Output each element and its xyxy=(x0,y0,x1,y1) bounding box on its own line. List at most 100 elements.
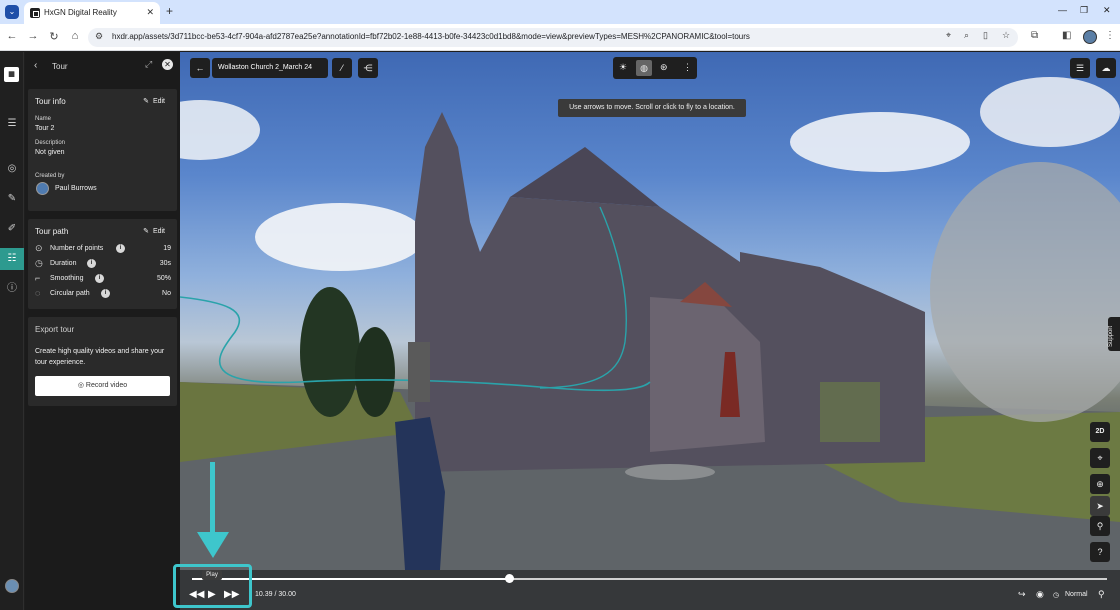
tab-search-icon[interactable]: ⌄ xyxy=(5,5,19,19)
share-button[interactable]: ⋲ xyxy=(358,58,378,78)
locate-icon[interactable]: ⌖ xyxy=(1090,448,1110,468)
user-avatar[interactable] xyxy=(5,579,19,593)
row-smoothing: ⌐ Smoothing i 50% xyxy=(35,273,171,287)
app-rail: ▦ ☰ ◎ ✎ ✐ ☷ ⓘ xyxy=(0,52,24,610)
bookmark-star-icon[interactable]: ☆ xyxy=(1002,30,1010,41)
row-value: 50% xyxy=(156,275,171,282)
profile-avatar[interactable] xyxy=(1083,30,1097,44)
magic-wand-button[interactable]: ⁄ xyxy=(332,58,352,78)
walk-mode-icon[interactable]: ⚲ xyxy=(1090,516,1110,536)
cloud-download-button[interactable]: ☁ xyxy=(1096,58,1116,78)
info-icon[interactable]: i xyxy=(101,289,110,298)
info-icon[interactable]: ⓘ xyxy=(0,278,24,300)
loop-icon[interactable]: ↪ xyxy=(1018,589,1026,600)
church-scene-image[interactable] xyxy=(180,52,1120,610)
info-icon[interactable]: i xyxy=(95,274,104,283)
browser-tab[interactable]: HxGN Digital Reality ✕ xyxy=(24,2,160,24)
asset-title: Wollaston Church 2_March 24 xyxy=(218,64,313,71)
smoothing-icon: ⌐ xyxy=(35,273,41,283)
unpin-icon[interactable]: ⤢ xyxy=(145,59,152,70)
export-tour-card: Export tour Create high quality videos a… xyxy=(28,317,177,406)
settings-sliders-button[interactable]: ☰ xyxy=(1070,58,1090,78)
rewind-icon[interactable]: ◀◀ xyxy=(189,589,204,600)
row-value: 19 xyxy=(163,245,171,252)
row-label: Circular path xyxy=(50,290,90,297)
address-bar[interactable]: ⚙ hxdr.app/assets/3d711bcc-be53-4cf7-904… xyxy=(88,28,1018,47)
3d-viewer[interactable]: ← Wollaston Church 2_March 24 ⁄ ⋲ ☀ ◍ ⊛ … xyxy=(180,52,1120,610)
panel-header: ‹ Tour ⤢ ✕ xyxy=(25,52,180,80)
creator-name: Paul Burrows xyxy=(55,185,97,192)
hxdr-logo-icon[interactable]: ▦ xyxy=(4,67,19,82)
tour-path-edit-button[interactable]: ✎ Edit xyxy=(143,227,165,235)
row-circular-path: ◌ Circular path i No xyxy=(35,288,171,302)
speed-icon[interactable]: ◷ xyxy=(1053,591,1059,599)
edit-label: Edit xyxy=(152,98,165,105)
panorama-mode-icon[interactable]: ⊛ xyxy=(660,62,668,73)
view-mode-toolbar: ☀ ◍ ⊛ ⋮ xyxy=(613,57,697,79)
annotate-icon[interactable]: ✐ xyxy=(0,218,24,240)
row-label: Duration xyxy=(50,260,77,267)
minimize-icon[interactable]: — xyxy=(1058,5,1067,15)
walk-icon[interactable]: ⚲ xyxy=(1098,589,1105,600)
play-icon[interactable]: ▶ xyxy=(208,589,216,600)
home-icon[interactable]: ⌂ xyxy=(68,30,82,42)
info-icon[interactable]: i xyxy=(116,244,125,253)
location-icon[interactable]: ⌖ xyxy=(946,30,951,41)
menu-icon[interactable]: ☰ xyxy=(0,113,24,135)
tour-info-card: Tour info ✎ Edit Name Tour 2 Description … xyxy=(28,89,177,211)
globe-icon[interactable]: ⊕ xyxy=(1090,474,1110,494)
close-panel-icon[interactable]: ✕ xyxy=(162,59,173,70)
close-window-icon[interactable]: ✕ xyxy=(1103,5,1111,16)
back-icon[interactable]: ← xyxy=(5,30,19,42)
close-tab-icon[interactable]: ✕ xyxy=(146,7,154,18)
more-options-icon[interactable]: ⋮ xyxy=(683,62,692,73)
timeline-scrubber[interactable] xyxy=(504,574,514,583)
navigation-hint: Use arrows to move. Scroll or click to f… xyxy=(558,99,746,117)
playback-time: 10.39 / 30.00 xyxy=(255,591,296,598)
support-tab[interactable]: Support xyxy=(1108,317,1120,351)
viewer-back-button[interactable]: ← xyxy=(190,58,210,78)
restore-icon[interactable]: ❐ xyxy=(1080,5,1088,16)
layers-icon[interactable]: ◎ xyxy=(0,158,24,180)
sun-icon[interactable]: ☀ xyxy=(619,62,627,73)
row-value: No xyxy=(162,290,171,297)
play-tooltip: Play xyxy=(202,570,222,580)
record-video-button[interactable]: ◎ Record video xyxy=(35,376,170,396)
panel-title: Tour xyxy=(52,62,68,71)
extensions-icon[interactable]: ⧉ xyxy=(1031,30,1038,41)
new-tab-icon[interactable]: + xyxy=(166,4,173,18)
tour-info-edit-button[interactable]: ✎ Edit xyxy=(143,97,165,105)
visibility-icon[interactable]: ◉ xyxy=(1036,589,1044,600)
navigate-arrow-icon[interactable]: ➤ xyxy=(1090,496,1110,516)
mesh-mode-icon[interactable]: ◍ xyxy=(636,60,652,76)
panel-back-icon[interactable]: ‹ xyxy=(34,60,37,71)
name-value: Tour 2 xyxy=(35,125,55,132)
asset-title-bar: Wollaston Church 2_March 24 xyxy=(212,58,328,78)
fast-forward-icon[interactable]: ▶▶ xyxy=(224,589,239,600)
tour-path-card: Tour path ✎ Edit ⊙ Number of points i 19 … xyxy=(28,219,177,309)
zoom-icon[interactable]: ⌕ xyxy=(964,30,969,41)
site-settings-icon[interactable]: ⚙ xyxy=(95,31,103,42)
page-icon[interactable]: ▯ xyxy=(983,30,988,41)
tour-info-heading: Tour info xyxy=(35,97,66,106)
forward-icon[interactable]: → xyxy=(26,30,40,42)
2d-mode-button[interactable]: 2D xyxy=(1090,422,1110,442)
annotation-arrow-icon xyxy=(197,462,229,558)
reload-icon[interactable]: ↻ xyxy=(47,30,61,43)
tour-playback-bar: Play ◀◀ ▶ ▶▶ 10.39 / 30.00 ↪ ◉ ◷ Normal … xyxy=(180,570,1120,610)
help-icon[interactable]: ? xyxy=(1090,542,1110,562)
tours-icon[interactable]: ☷ xyxy=(0,248,24,270)
location-pin-icon: ⊙ xyxy=(35,243,43,253)
row-duration: ◷ Duration i 30s xyxy=(35,258,171,272)
edit-label: Edit xyxy=(152,228,165,235)
measure-icon[interactable]: ✎ xyxy=(0,188,24,210)
timeline-track[interactable] xyxy=(192,578,1107,580)
creator-avatar xyxy=(36,182,49,195)
chrome-menu-icon[interactable]: ⋮ xyxy=(1105,30,1115,41)
side-panel-icon[interactable]: ◧ xyxy=(1062,30,1071,41)
playback-speed[interactable]: Normal xyxy=(1065,591,1088,598)
record-icon: ◎ xyxy=(77,382,84,389)
info-icon[interactable]: i xyxy=(87,259,96,268)
created-by-label: Created by xyxy=(35,173,65,179)
circular-path-icon: ◌ xyxy=(35,288,41,298)
